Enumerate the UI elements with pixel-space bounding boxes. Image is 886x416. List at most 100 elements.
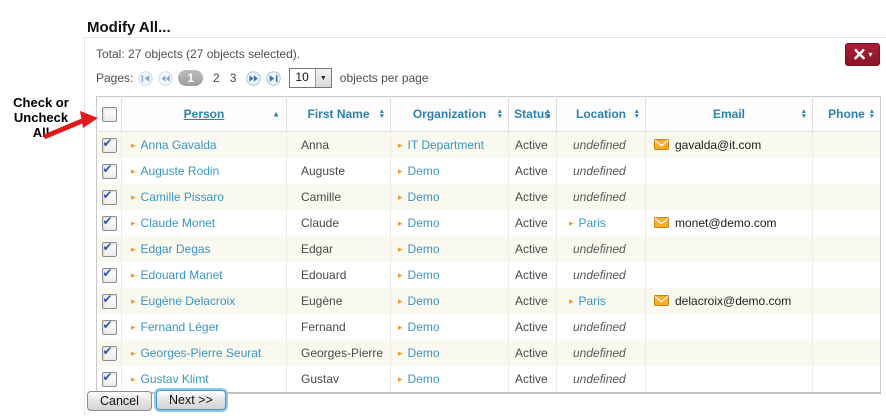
column-header-organization[interactable]: Organization▲▼ [391,97,509,132]
bullet-icon: ▸ [131,244,136,254]
row-checkbox[interactable] [102,216,117,231]
bullet-icon: ▸ [131,218,136,228]
person-link[interactable]: Claude Monet [141,216,216,230]
person-link[interactable]: Eugène Delacroix [141,294,236,308]
status-cell: Active [509,262,557,288]
column-label: Organization [413,107,486,121]
table-row: ▸Camille PissaroCamille▸DemoActiveundefi… [97,184,881,210]
organization-link[interactable]: Demo [408,346,440,360]
row-checkbox[interactable] [102,346,117,361]
location-link[interactable]: Paris [579,294,606,308]
column-header-first_name[interactable]: First Name▲▼ [287,97,391,132]
first-name-cell: Georges-Pierre [287,340,391,366]
phone-cell [813,288,881,314]
person-link[interactable]: Edgar Degas [141,242,211,256]
first-page-icon[interactable] [138,71,153,86]
column-header-status[interactable]: Status▲▼ [509,97,557,132]
first-name-cell: Claude [287,210,391,236]
row-checkbox[interactable] [102,190,117,205]
organization-link[interactable]: Demo [408,320,440,334]
current-page-badge: 1 [178,70,203,86]
status-cell: Active [509,210,557,236]
column-header-person[interactable]: Person▲ [122,97,287,132]
person-link[interactable]: Anna Gavalda [141,138,217,152]
organization-link[interactable]: Demo [408,190,440,204]
organization-link[interactable]: Demo [408,294,440,308]
email-cell: gavalda@it.com [646,132,813,159]
tools-menu-button[interactable]: ▾ [845,43,880,66]
row-checkbox-cell [97,288,122,314]
organization-link[interactable]: Demo [408,268,440,282]
email-cell [646,314,813,340]
first-name-cell: Edouard [287,262,391,288]
person-link[interactable]: Edouard Manet [141,268,223,282]
chevron-down-icon[interactable]: ▼ [315,69,331,87]
bullet-icon: ▸ [131,374,136,384]
organization-link[interactable]: Demo [408,242,440,256]
phone-cell [813,262,881,288]
cancel-button[interactable]: Cancel [87,391,152,411]
table-row: ▸Edouard ManetEdouard▸DemoActiveundefine… [97,262,881,288]
person-link[interactable]: Camille Pissaro [141,190,224,204]
person-cell: ▸Camille Pissaro [122,184,287,210]
location-cell: undefined [557,236,646,262]
row-checkbox[interactable] [102,138,117,153]
bullet-icon: ▸ [131,348,136,358]
column-header-email[interactable]: Email▲▼ [646,97,813,132]
row-checkbox[interactable] [102,242,117,257]
organization-cell: ▸Demo [391,340,509,366]
next-page-icon[interactable] [246,71,261,86]
organization-link[interactable]: IT Department [408,138,484,152]
row-checkbox-cell [97,132,122,159]
email-icon [654,217,669,228]
table-row: ▸Eugène DelacroixEugène▸DemoActive▸Paris… [97,288,881,314]
row-checkbox-cell [97,158,122,184]
bullet-icon: ▸ [398,140,403,150]
email-cell [646,340,813,366]
organization-link[interactable]: Demo [408,164,440,178]
organization-link[interactable]: Demo [408,216,440,230]
next-button[interactable]: Next >> [156,390,226,410]
status-cell: Active [509,314,557,340]
table-row: ▸Auguste RodinAuguste▸DemoActiveundefine… [97,158,881,184]
location-link[interactable]: Paris [579,216,606,230]
location-undefined-value: undefined [573,346,626,360]
page-link-3[interactable]: 3 [225,71,242,85]
row-checkbox[interactable] [102,372,117,387]
phone-cell [813,236,881,262]
organization-cell: ▸Demo [391,184,509,210]
person-link[interactable]: Fernand Léger [141,320,220,334]
per-page-select[interactable]: 10 ▼ [289,68,331,88]
organization-link[interactable]: Demo [408,372,440,386]
organization-cell: ▸Demo [391,314,509,340]
phone-cell [813,314,881,340]
first-name-cell: Gustav [287,366,391,393]
column-header-phone[interactable]: Phone▲▼ [813,97,881,132]
first-name-cell: Camille [287,184,391,210]
row-checkbox[interactable] [102,320,117,335]
person-link[interactable]: Georges-Pierre Seurat [141,346,262,360]
check-all-checkbox[interactable] [102,107,117,122]
table-row: ▸Claude MonetClaude▸DemoActive▸Parismone… [97,210,881,236]
phone-cell [813,340,881,366]
row-checkbox[interactable] [102,268,117,283]
location-cell: undefined [557,132,646,159]
table-header-row: Person▲First Name▲▼Organization▲▼Status▲… [97,97,881,132]
email-cell: delacroix@demo.com [646,288,813,314]
column-header-location[interactable]: Location▲▼ [557,97,646,132]
row-checkbox[interactable] [102,294,117,309]
page-link-2[interactable]: 2 [208,71,225,85]
per-page-value: 10 [290,69,314,87]
person-cell: ▸Anna Gavalda [122,132,287,159]
location-undefined-value: undefined [573,164,626,178]
person-link[interactable]: Auguste Rodin [141,164,220,178]
organization-cell: ▸Demo [391,366,509,393]
location-cell: undefined [557,366,646,393]
status-cell: Active [509,132,557,159]
person-link[interactable]: Gustav Klimt [141,372,209,386]
sort-toggle-icon: ▲▼ [634,109,640,119]
row-checkbox[interactable] [102,164,117,179]
previous-page-icon[interactable] [158,71,173,86]
last-page-icon[interactable] [266,71,281,86]
email-cell [646,236,813,262]
